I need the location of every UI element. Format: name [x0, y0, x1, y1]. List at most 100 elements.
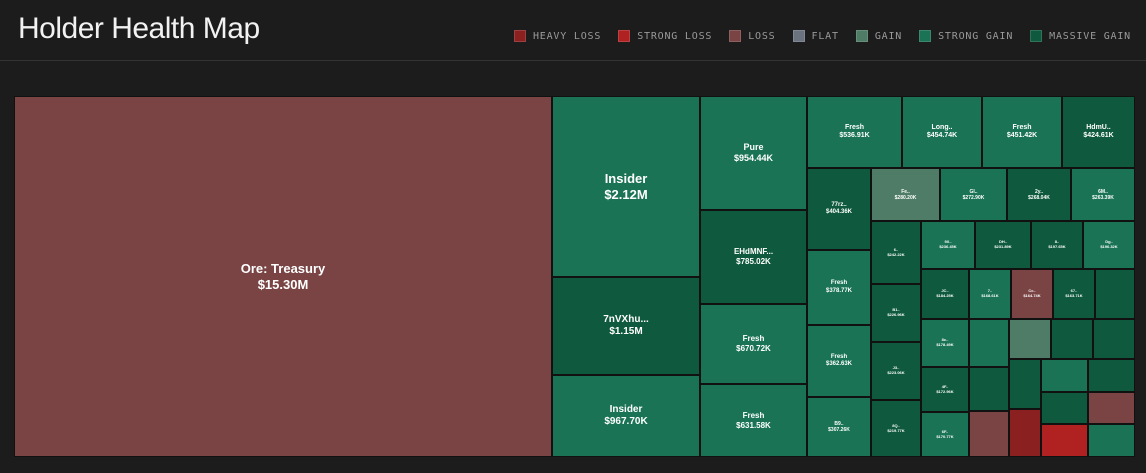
- legend-label: STRONG GAIN: [938, 30, 1014, 42]
- tile-value: $164.74K: [1023, 293, 1041, 298]
- page-title: Holder Health Map: [18, 12, 260, 45]
- legend-swatch: [855, 30, 868, 42]
- legend-item-loss: LOSS: [729, 30, 775, 42]
- tile-value: $184.25K: [936, 293, 954, 298]
- treemap-tile[interactable]: [1009, 359, 1041, 409]
- treemap-tile[interactable]: [969, 411, 1009, 457]
- treemap-tile[interactable]: Fresh $536.91K: [807, 96, 902, 168]
- treemap-tile[interactable]: [1095, 269, 1135, 319]
- legend-swatch: [1030, 30, 1043, 42]
- legend-label: STRONG LOSS: [637, 30, 713, 42]
- tile-value: $967.70K: [604, 416, 648, 427]
- treemap-tile[interactable]: 4F.. $172.96K: [921, 367, 969, 412]
- tile-value: $307.26K: [828, 427, 850, 433]
- treemap-tile[interactable]: Fresh $378.77K: [807, 250, 871, 325]
- treemap-tile[interactable]: [1041, 424, 1088, 457]
- treemap-tile[interactable]: Cc.. $164.74K: [1011, 269, 1053, 319]
- tile-value: $242.22K: [887, 251, 905, 257]
- legend-item-gain: GAIN: [855, 30, 903, 42]
- treemap-tile[interactable]: GI.. $272.90K: [940, 168, 1007, 221]
- treemap-tile[interactable]: Dg.. $196.32K: [1083, 221, 1135, 269]
- legend-swatch: [618, 30, 631, 42]
- tile-name: HdmU..: [1086, 123, 1111, 131]
- treemap-tile[interactable]: [1041, 359, 1088, 392]
- tile-name: Pure: [743, 142, 764, 153]
- tile-name: Insider: [604, 170, 648, 186]
- treemap-tile[interactable]: [1088, 424, 1135, 457]
- tile-value: $785.02K: [736, 257, 771, 266]
- tile-value: $178.49K: [936, 342, 954, 347]
- legend-label: GAIN: [874, 30, 903, 42]
- treemap-tile[interactable]: Pure $954.44K: [700, 96, 807, 210]
- treemap-tile[interactable]: [1009, 409, 1041, 457]
- legend-swatch: [729, 30, 742, 42]
- treemap-tile[interactable]: 2y.. $268.04K: [1007, 168, 1071, 221]
- header: Holder Health Map HEAVY LOSS STRONG LOSS…: [0, 0, 1146, 61]
- treemap-tile[interactable]: Fe.. $280.20K: [871, 168, 940, 221]
- treemap-tile[interactable]: [1009, 319, 1051, 359]
- treemap-tile[interactable]: DH.. $231.89K: [975, 221, 1031, 269]
- treemap-tile[interactable]: 9X.. $236.45K: [921, 221, 975, 269]
- tile-value: $163.71K: [1065, 293, 1083, 298]
- tile-value: $2.12M: [604, 186, 648, 202]
- tile-value: $172.96K: [936, 388, 954, 394]
- treemap-tile[interactable]: Long.. $454.74K: [902, 96, 982, 168]
- treemap-tile[interactable]: Fresh $631.58K: [700, 384, 807, 457]
- treemap-tile[interactable]: 6M.. $263.39K: [1071, 168, 1135, 221]
- treemap-tile[interactable]: EHdMNF... $785.02K: [700, 210, 807, 304]
- treemap-tile[interactable]: Ore: Treasury $15.30M: [14, 96, 552, 457]
- tile-value: $954.44K: [733, 153, 774, 163]
- tile-name: 77rz..: [831, 201, 847, 208]
- tile-value: $226.96K: [887, 312, 905, 317]
- treemap-tile[interactable]: [1088, 392, 1135, 424]
- treemap-tile[interactable]: [1041, 392, 1088, 424]
- treemap-tile[interactable]: Insider $2.12M: [552, 96, 700, 277]
- legend-label: FLAT: [811, 30, 839, 42]
- treemap-tile[interactable]: B1.. $226.96K: [871, 284, 921, 342]
- tile-value: $219.77K: [887, 427, 905, 433]
- treemap-tile[interactable]: 6F.. $170.77K: [921, 412, 969, 457]
- tile-name: Ore: Treasury: [240, 260, 326, 276]
- legend-label: MASSIVE GAIN: [1049, 30, 1131, 42]
- treemap-tile[interactable]: HdmU.. $424.61K: [1062, 96, 1135, 168]
- tile-value: $280.20K: [894, 194, 917, 201]
- treemap-tile[interactable]: 67.. $163.71K: [1053, 269, 1095, 319]
- treemap-tile[interactable]: Fresh $670.72K: [700, 304, 807, 384]
- tile-name: Fresh: [830, 280, 848, 287]
- legend-item-heavy-loss: HEAVY LOSS: [513, 30, 602, 42]
- treemap-tile[interactable]: 7.. $168.61K: [969, 269, 1011, 319]
- treemap-tile[interactable]: 8.. $197.65K: [1031, 221, 1083, 269]
- treemap-tile[interactable]: [969, 367, 1009, 411]
- treemap-tile[interactable]: B9.. $307.26K: [807, 397, 871, 457]
- treemap-tile[interactable]: 6.. $242.22K: [871, 221, 921, 284]
- legend-swatch: [919, 30, 932, 42]
- tile-value: $223.06K: [887, 370, 905, 375]
- treemap-tile[interactable]: Fresh $362.63K: [807, 325, 871, 397]
- treemap-tile[interactable]: 8c.. $178.49K: [921, 319, 969, 367]
- treemap-tile[interactable]: 7nVXhu... $1.15M: [552, 277, 700, 375]
- treemap-tile[interactable]: 77rz.. $404.36K: [807, 168, 871, 250]
- treemap-tile[interactable]: J3.. $223.06K: [871, 342, 921, 400]
- tile-value: $168.61K: [981, 293, 999, 298]
- legend-item-flat: FLAT: [792, 30, 839, 42]
- treemap-tile[interactable]: [1051, 319, 1093, 359]
- treemap-tile[interactable]: JC.. $184.25K: [921, 269, 969, 319]
- tile-value: $231.89K: [994, 244, 1012, 249]
- tile-value: $197.65K: [1048, 244, 1066, 249]
- treemap-tile[interactable]: Insider $967.70K: [552, 375, 700, 457]
- tile-value: $404.36K: [825, 209, 853, 215]
- tile-value: $263.39K: [1092, 194, 1114, 201]
- tile-name: Fresh: [1012, 123, 1032, 131]
- tile-value: $1.15M: [609, 326, 643, 337]
- treemap-tile[interactable]: [969, 319, 1009, 367]
- tile-name: Fresh: [844, 123, 865, 131]
- tile-name: 7nVXhu...: [603, 314, 649, 325]
- treemap-tile[interactable]: [1088, 359, 1135, 392]
- treemap-tile[interactable]: 8Q.. $219.77K: [871, 400, 921, 457]
- legend-label: HEAVY LOSS: [532, 30, 602, 42]
- treemap-tile[interactable]: [1093, 319, 1135, 359]
- legend: HEAVY LOSS STRONG LOSS LOSS FLAT GAIN ST…: [497, 30, 1131, 42]
- tile-value: $536.91K: [839, 132, 870, 139]
- treemap-tile[interactable]: Fresh $451.42K: [982, 96, 1062, 168]
- tile-value: $454.74K: [926, 132, 958, 139]
